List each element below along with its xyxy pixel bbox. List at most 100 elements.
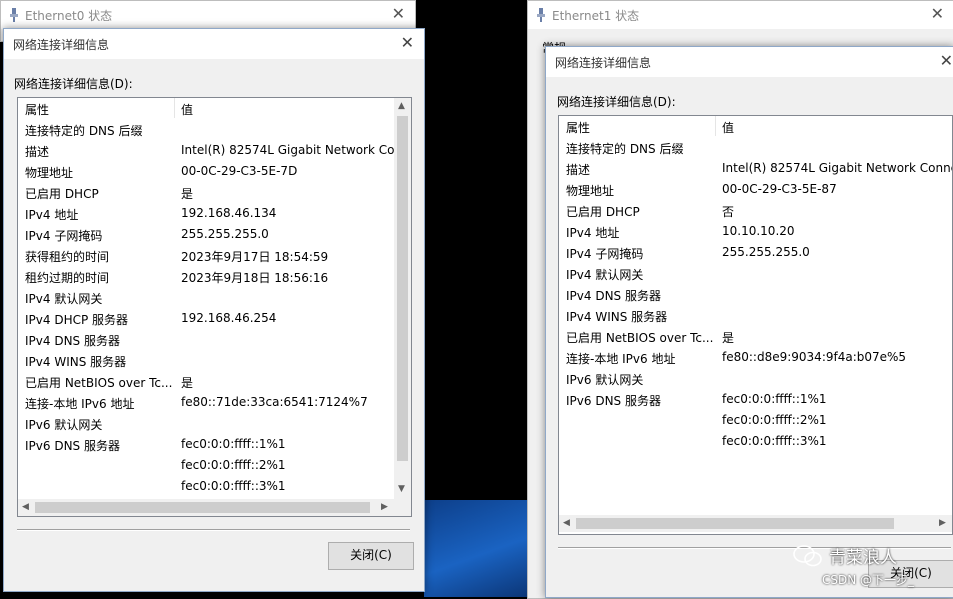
list-item[interactable]: IPv4 DNS 服务器 bbox=[559, 284, 935, 305]
list-item[interactable]: 已启用 NetBIOS over Tc... 是 bbox=[559, 326, 935, 347]
list-item[interactable]: 连接-本地 IPv6 地址 fe80::d8e9:9034:9f4a:b07e%5 bbox=[559, 347, 935, 368]
horizontal-scrollbar[interactable]: ◀ ▶ bbox=[559, 515, 952, 532]
list-item[interactable]: fec0:0:0:ffff::2%1 bbox=[559, 410, 935, 431]
property-value: 192.168.46.134 bbox=[181, 206, 277, 220]
property-value: fec0:0:0:ffff::1%1 bbox=[181, 437, 286, 451]
list-item[interactable]: IPv4 默认网关 bbox=[18, 287, 394, 308]
close-button[interactable]: 关闭(C) bbox=[328, 542, 414, 570]
property-value: 00-0C-29-C3-5E-7D bbox=[181, 164, 298, 178]
property-name: IPv4 地址 bbox=[25, 208, 79, 222]
property-value: fe80::71de:33ca:6541:7124%7 bbox=[181, 395, 368, 409]
dialog-divider bbox=[17, 529, 410, 531]
list-item[interactable]: IPv4 WINS 服务器 bbox=[559, 305, 935, 326]
list-item[interactable]: IPv6 DNS 服务器 fec0:0:0:ffff::1%1 bbox=[18, 434, 394, 455]
property-value: Intel(R) 82574L Gigabit Network Connec bbox=[722, 161, 953, 175]
list-item[interactable]: IPv4 DNS 服务器 bbox=[18, 329, 394, 350]
property-name: IPv6 DNS 服务器 bbox=[25, 439, 120, 453]
list-item[interactable]: fec0:0:0:ffff::3%1 bbox=[559, 431, 935, 452]
watermark-source: CSDN @下一步_ bbox=[822, 573, 915, 587]
details-list[interactable]: 属性 值 连接特定的 DNS 后缀 描述 Intel(R) 82574L Gigab… bbox=[17, 97, 412, 517]
property-value: fe80::d8e9:9034:9f4a:b07e%5 bbox=[722, 350, 907, 364]
list-item[interactable]: 连接特定的 DNS 后缀 bbox=[559, 137, 935, 158]
property-value: fec0:0:0:ffff::1%1 bbox=[722, 392, 827, 406]
desktop-background bbox=[424, 0, 527, 500]
scroll-thumb[interactable] bbox=[397, 116, 408, 461]
property-value: 2023年9月17日 18:54:59 bbox=[181, 250, 329, 264]
list-item[interactable]: IPv6 DNS 服务器 fec0:0:0:ffff::1%1 bbox=[559, 389, 935, 410]
property-name: 连接特定的 DNS 后缀 bbox=[566, 142, 684, 156]
arrow-up-icon[interactable]: ▲ bbox=[398, 101, 405, 111]
arrow-down-icon[interactable]: ▼ bbox=[398, 484, 405, 494]
header-value[interactable]: 值 bbox=[181, 101, 193, 118]
property-value: 是 bbox=[181, 187, 194, 201]
list-item[interactable]: 物理地址 00-0C-29-C3-5E-87 bbox=[559, 179, 935, 200]
right-details-dialog: 网络连接详细信息 ✕ 网络连接详细信息(D): 属性 值 连接特定的 DNS 后… bbox=[545, 46, 953, 598]
ethernet-status-icon bbox=[537, 8, 545, 22]
list-item[interactable]: fec0:0:0:ffff::3%1 bbox=[18, 476, 394, 497]
ethernet1-titlebar: Ethernet1 状态 ✕ bbox=[528, 1, 953, 29]
vertical-scrollbar[interactable]: ▲ ▼ bbox=[394, 98, 411, 499]
list-item[interactable]: 获得租约的时间 2023年9月17日 18:54:59 bbox=[18, 245, 394, 266]
list-item[interactable]: 连接特定的 DNS 后缀 bbox=[18, 119, 394, 140]
list-item[interactable]: IPv6 默认网关 bbox=[18, 413, 394, 434]
list-item[interactable]: IPv4 WINS 服务器 bbox=[18, 350, 394, 371]
property-name: 已启用 DHCP bbox=[25, 187, 99, 201]
list-item[interactable]: IPv4 地址 192.168.46.134 bbox=[18, 203, 394, 224]
list-item[interactable]: fec0:0:0:ffff::2%1 bbox=[18, 455, 394, 476]
header-property[interactable]: 属性 bbox=[566, 119, 590, 136]
property-value: fec0:0:0:ffff::3%1 bbox=[722, 434, 827, 448]
property-value: 是 bbox=[722, 331, 735, 345]
list-header: 属性 值 bbox=[18, 98, 411, 118]
property-name: 连接-本地 IPv6 地址 bbox=[25, 397, 135, 411]
list-item[interactable]: 已启用 NetBIOS over Tc... 是 bbox=[18, 371, 394, 392]
list-item[interactable]: 已启用 DHCP 是 bbox=[18, 182, 394, 203]
list-item[interactable]: IPv4 DHCP 服务器 192.168.46.254 bbox=[18, 308, 394, 329]
property-name: 已启用 DHCP bbox=[566, 205, 640, 219]
desktop-wallpaper bbox=[424, 500, 534, 597]
list-item[interactable]: IPv4 默认网关 bbox=[559, 263, 935, 284]
list-item[interactable]: 物理地址 00-0C-29-C3-5E-7D bbox=[18, 161, 394, 182]
property-name: IPv4 WINS 服务器 bbox=[566, 310, 668, 324]
property-name: 连接特定的 DNS 后缀 bbox=[25, 124, 143, 138]
dialog-title: 网络连接详细信息 bbox=[13, 38, 110, 52]
list-item[interactable]: 已启用 DHCP 否 bbox=[559, 200, 935, 221]
property-name: 物理地址 bbox=[566, 184, 615, 198]
header-value[interactable]: 值 bbox=[722, 119, 734, 136]
close-icon[interactable]: ✕ bbox=[401, 33, 414, 52]
ethernet-status-icon bbox=[10, 8, 18, 22]
close-icon[interactable]: ✕ bbox=[931, 4, 944, 23]
property-name: IPv4 DHCP 服务器 bbox=[25, 313, 129, 327]
header-property[interactable]: 属性 bbox=[25, 101, 49, 118]
property-value: 2023年9月18日 18:56:16 bbox=[181, 271, 329, 285]
arrow-left-icon[interactable]: ◀ bbox=[22, 502, 29, 512]
list-item[interactable]: 连接-本地 IPv6 地址 fe80::71de:33ca:6541:7124%7 bbox=[18, 392, 394, 413]
header-divider bbox=[715, 116, 716, 136]
arrow-right-icon[interactable]: ▶ bbox=[381, 502, 388, 512]
property-value: 10.10.10.20 bbox=[722, 224, 795, 238]
wechat-icon bbox=[793, 545, 822, 567]
list-item[interactable]: 描述 Intel(R) 82574L Gigabit Network Connec bbox=[559, 158, 952, 179]
property-name: 获得租约的时间 bbox=[25, 250, 110, 264]
list-item[interactable]: 描述 Intel(R) 82574L Gigabit Network Con bbox=[18, 140, 402, 161]
horizontal-scrollbar[interactable]: ◀ ▶ bbox=[18, 499, 394, 516]
close-icon[interactable]: ✕ bbox=[392, 4, 405, 23]
property-value: 255.255.255.0 bbox=[181, 227, 269, 241]
property-value: Intel(R) 82574L Gigabit Network Con bbox=[181, 143, 403, 157]
left-details-dialog: 网络连接详细信息 ✕ 网络连接详细信息(D): 属性 值 连接特定的 DNS 后… bbox=[3, 28, 425, 592]
scroll-thumb[interactable] bbox=[576, 518, 894, 529]
property-name: IPv6 默认网关 bbox=[566, 373, 644, 387]
list-item[interactable]: IPv4 子网掩码 255.255.255.0 bbox=[559, 242, 935, 263]
list-item[interactable]: IPv4 子网掩码 255.255.255.0 bbox=[18, 224, 394, 245]
property-value: fec0:0:0:ffff::2%1 bbox=[722, 413, 827, 427]
details-label: 网络连接详细信息(D): bbox=[14, 77, 133, 91]
arrow-right-icon[interactable]: ▶ bbox=[939, 518, 946, 528]
details-list[interactable]: 属性 值 连接特定的 DNS 后缀描述 Intel(R) 82574L Gigab… bbox=[558, 115, 953, 535]
property-name: 描述 bbox=[25, 145, 50, 159]
list-item[interactable]: IPv6 默认网关 bbox=[559, 368, 935, 389]
list-item[interactable]: IPv4 地址 10.10.10.20 bbox=[559, 221, 935, 242]
list-item[interactable]: 租约过期的时间 2023年9月18日 18:56:16 bbox=[18, 266, 394, 287]
arrow-left-icon[interactable]: ◀ bbox=[563, 518, 570, 528]
list-header: 属性 值 bbox=[559, 116, 952, 136]
scroll-thumb[interactable] bbox=[35, 502, 370, 513]
close-icon[interactable]: ✕ bbox=[940, 51, 953, 70]
